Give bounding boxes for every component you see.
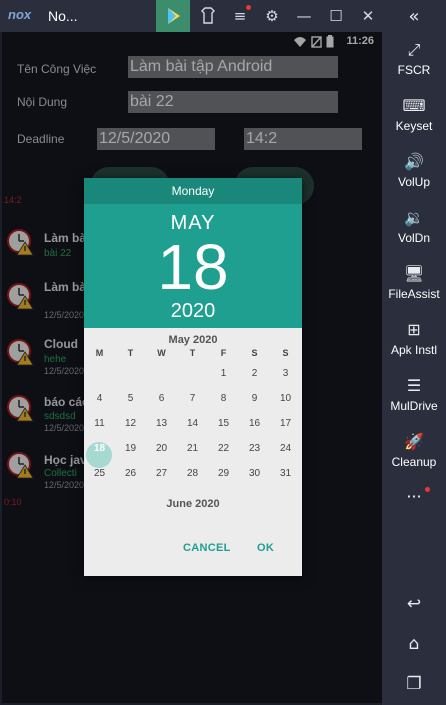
calendar-day[interactable]: 17 (270, 418, 301, 442)
calendar-day[interactable]: 2 (239, 368, 270, 392)
calendar-day[interactable]: 28 (177, 468, 208, 492)
more-options-icon[interactable]: ··· (382, 487, 446, 506)
sidebar-item-label: Cleanup (391, 455, 437, 469)
calendar-day[interactable]: 31 (270, 468, 301, 492)
sidebar-item-label: VolUp (397, 175, 431, 189)
calendar-day[interactable]: 24 (270, 443, 301, 467)
calendar-day[interactable]: 14 (177, 418, 208, 442)
calendar-day[interactable]: 21 (177, 443, 208, 467)
recent-apps-icon[interactable]: ❐ (382, 674, 446, 694)
selected-day[interactable]: 18 (84, 232, 302, 302)
cleanup-icon: 🚀 (404, 432, 424, 451)
apk-install-icon: ⊞ (407, 320, 421, 339)
window-title: No... (48, 8, 78, 24)
cancel-button[interactable]: CANCEL (183, 542, 231, 554)
sidebar-item-apk-instl[interactable]: ⊞ Apk Instl (382, 320, 446, 357)
sidebar-item-label: FSCR (397, 63, 431, 77)
calendar-day[interactable]: 26 (115, 468, 146, 492)
calendar-day[interactable]: 18 (84, 443, 115, 467)
date-picker-header: MAY 18 2020 (84, 204, 302, 328)
sidebar-item-fileassist[interactable]: 🖥 FileAssist (382, 264, 446, 301)
volume-up-icon: 🔊 (404, 152, 424, 171)
calendar-day[interactable]: 16 (239, 418, 270, 442)
more-notification-dot (425, 487, 430, 492)
sidebar-item-cleanup[interactable]: 🚀 Cleanup (382, 432, 446, 469)
calendar-view: May 2020 M T W T F S S 1 2 3 4 5 6 7 8 9 10 11 12 13 14 15 16 1… (84, 328, 302, 576)
file-assist-icon: 🖥 (403, 264, 425, 283)
calendar-day[interactable]: 7 (177, 393, 208, 417)
multi-drive-icon: ☰ (406, 376, 422, 395)
sidebar-item-label: Keyset (395, 119, 433, 133)
calendar-day[interactable]: 11 (84, 418, 115, 442)
play-store-button[interactable] (156, 0, 190, 32)
weekday-header: W (157, 348, 166, 358)
sidebar-item-label: VolDn (397, 231, 431, 245)
calendar-day[interactable]: 3 (270, 368, 301, 392)
title-bar: nox No... ≡ ⚙ — ☐ ✕ (0, 0, 446, 32)
maximize-icon[interactable]: ☐ (320, 0, 352, 32)
fullscreen-icon: ⤢ (407, 40, 421, 59)
home-icon[interactable]: ⌂ (382, 634, 446, 654)
calendar-day[interactable]: 25 (84, 468, 115, 492)
sidebar-item-label: FileAssist (388, 287, 440, 301)
calendar-day[interactable]: 4 (84, 393, 115, 417)
calendar-day[interactable]: 15 (208, 418, 239, 442)
sidebar-item-volup[interactable]: 🔊 VolUp (382, 152, 446, 189)
calendar-day[interactable]: 23 (239, 443, 270, 467)
calendar-day[interactable]: 27 (146, 468, 177, 492)
calendar-day[interactable]: 13 (146, 418, 177, 442)
calendar-day[interactable]: 9 (239, 393, 270, 417)
ok-button[interactable]: OK (257, 542, 274, 554)
sidebar-item-voldn[interactable]: 🔉 VolDn (382, 208, 446, 245)
sidebar-item-fscr[interactable]: ⤢ FSCR (382, 40, 446, 77)
next-month-title: June 2020 (166, 498, 220, 510)
minimize-icon[interactable]: — (288, 0, 320, 32)
selected-year[interactable]: 2020 (84, 300, 302, 323)
calendar-day[interactable]: 29 (208, 468, 239, 492)
close-icon[interactable]: ✕ (352, 0, 384, 32)
sidebar-item-label: Apk Instl (390, 343, 438, 357)
settings-gear-icon[interactable]: ⚙ (256, 0, 288, 32)
weekday-header: M (95, 348, 104, 358)
sidebar-item-label: MulDrive (390, 399, 438, 413)
weekday-header: T (127, 348, 134, 358)
emulator-sidebar: « ⤢ FSCR ⌨ Keyset 🔊 VolUp 🔉 VolDn 🖥 FileAssist ⊞ Ap… (382, 0, 446, 705)
calendar-day[interactable]: 30 (239, 468, 270, 492)
sidebar-item-keyset[interactable]: ⌨ Keyset (382, 96, 446, 133)
play-store-icon (168, 8, 180, 24)
skin-shirt-icon[interactable] (192, 0, 224, 32)
calendar-day[interactable]: 5 (115, 393, 146, 417)
calendar-day[interactable]: 10 (270, 393, 301, 417)
sidebar-item-muldrive[interactable]: ☰ MulDrive (382, 376, 446, 413)
notification-dot (246, 5, 251, 10)
nox-logo: nox (8, 7, 32, 22)
keyboard-icon: ⌨ (402, 96, 426, 115)
menu-icon[interactable]: ≡ (224, 0, 256, 32)
weekday-header: T (189, 348, 196, 358)
volume-down-icon: 🔉 (404, 208, 424, 227)
calendar-day[interactable]: 8 (208, 393, 239, 417)
collapse-sidebar-icon[interactable]: « (382, 6, 446, 27)
date-picker-dialog: Monday MAY 18 2020 May 2020 MTWTFSS12345… (84, 178, 302, 576)
calendar-day[interactable]: 12 (115, 418, 146, 442)
calendar-day[interactable]: 1 (208, 368, 239, 392)
calendar-day[interactable]: 20 (146, 443, 177, 467)
back-icon[interactable]: ↩ (382, 594, 446, 614)
selected-day-of-week: Monday (84, 178, 302, 204)
calendar-day[interactable]: 22 (208, 443, 239, 467)
calendar-day[interactable]: 6 (146, 393, 177, 417)
calendar-day[interactable]: 19 (115, 443, 146, 467)
